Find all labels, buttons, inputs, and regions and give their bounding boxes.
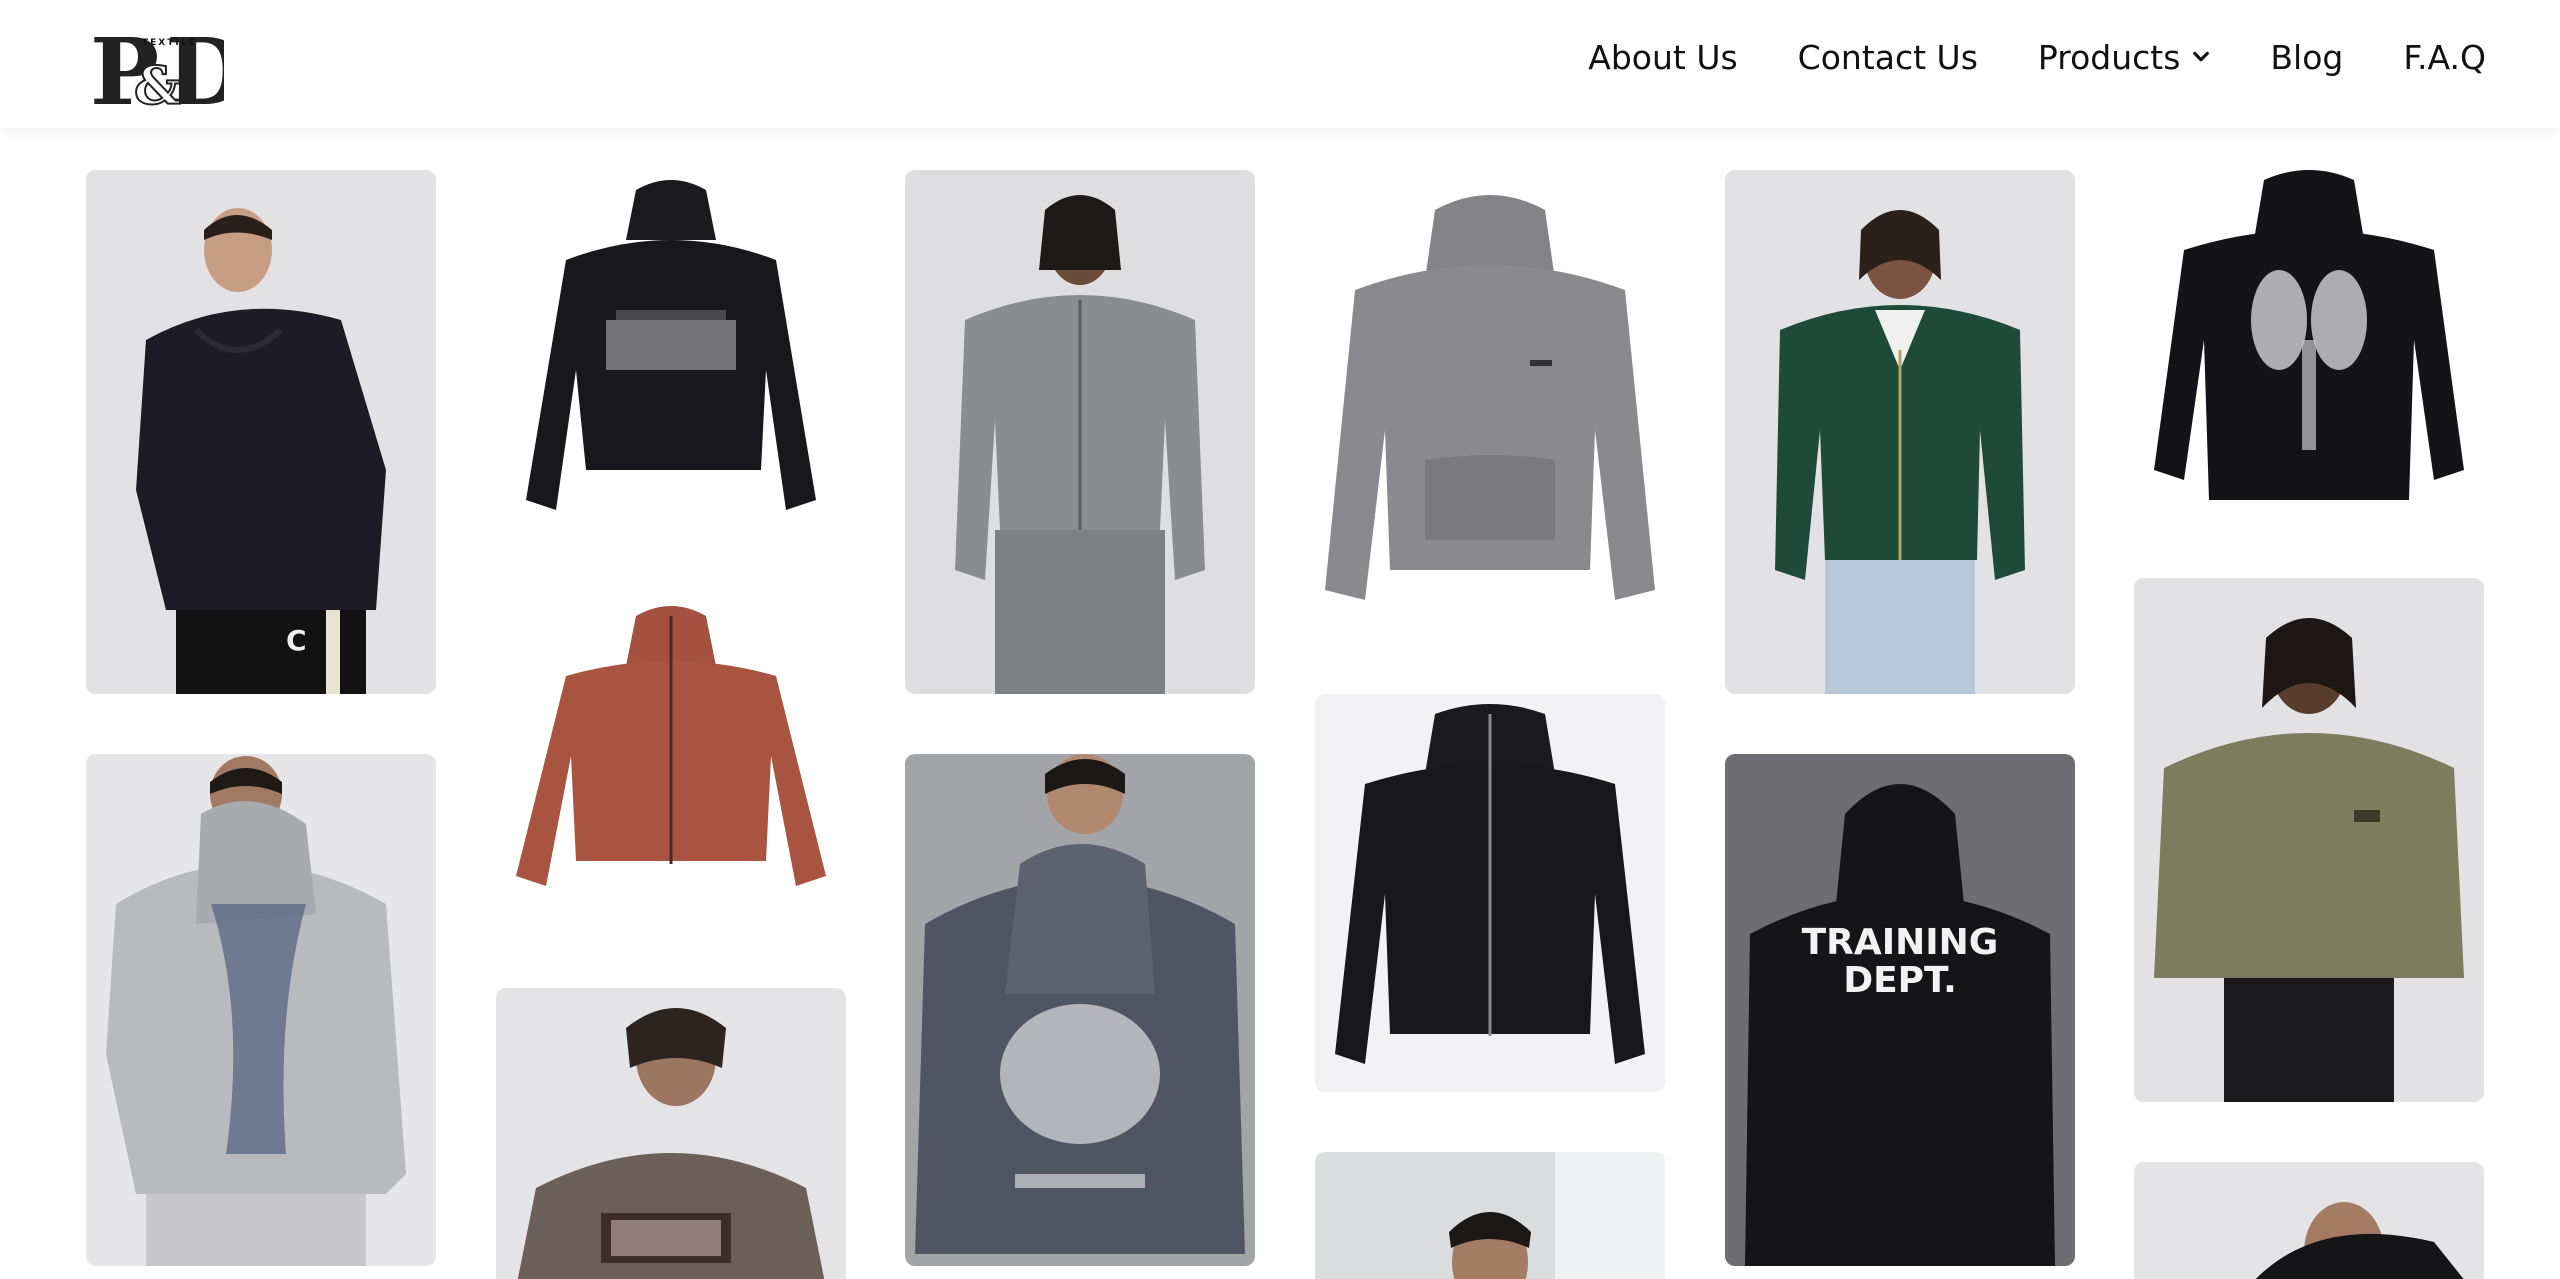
product-card-black-printed-hoodie-flat[interactable] (496, 170, 846, 526)
nav-products[interactable]: Products (2038, 38, 2211, 77)
product-card-black-hoodie-model-side[interactable] (2134, 1162, 2484, 1279)
print-text-dept: DEPT. (1843, 960, 1957, 1001)
print-letter-c: C (286, 624, 307, 657)
nav-products-label: Products (2037, 37, 2181, 77)
product-card-black-training-hoodie-back[interactable]: TRAINING DEPT. (1725, 754, 2075, 1266)
nav-blog[interactable]: Blog (2270, 38, 2343, 77)
brand-tagline: TEXTILE (142, 38, 197, 48)
product-card-grey-zip-hoodie-model[interactable] (905, 170, 1255, 694)
nav-about-us[interactable]: About Us (1588, 38, 1737, 77)
product-card-black-zip-hoodie-flat[interactable] (1315, 694, 1665, 1092)
product-card-black-spray-zip-hoodie-flat[interactable] (2134, 170, 2484, 516)
nav-faq[interactable]: F.A.Q (2403, 38, 2486, 77)
product-card-rust-zip-hoodie-flat[interactable] (496, 596, 846, 936)
svg-text:&: & (134, 56, 181, 108)
product-card-olive-hoodie-model[interactable] (2134, 578, 2484, 1102)
product-card-green-zip-hoodie-model[interactable] (1725, 170, 2075, 694)
product-card-grey-hoodie-flat[interactable] (1315, 170, 1665, 624)
print-text-training: TRAINING (1802, 922, 1999, 963)
product-card-brown-hoodie-model[interactable] (496, 988, 846, 1279)
product-card-black-hoodie-model[interactable]: C (86, 170, 436, 694)
chevron-down-icon (2193, 51, 2210, 62)
product-card-model-window[interactable] (1315, 1152, 1665, 1279)
brand-logo[interactable]: P D & TEXTILE (90, 18, 246, 126)
product-card-grey-graphic-hoodie-back[interactable] (86, 754, 436, 1266)
main-nav: About Us Contact Us Products Blog F.A.Q (1588, 0, 2486, 114)
nav-contact-us[interactable]: Contact Us (1798, 38, 1978, 77)
site-header: P D & TEXTILE About Us Contact Us Produc… (0, 0, 2560, 128)
product-card-blue-grey-graphic-hoodie-back[interactable] (905, 754, 1255, 1266)
